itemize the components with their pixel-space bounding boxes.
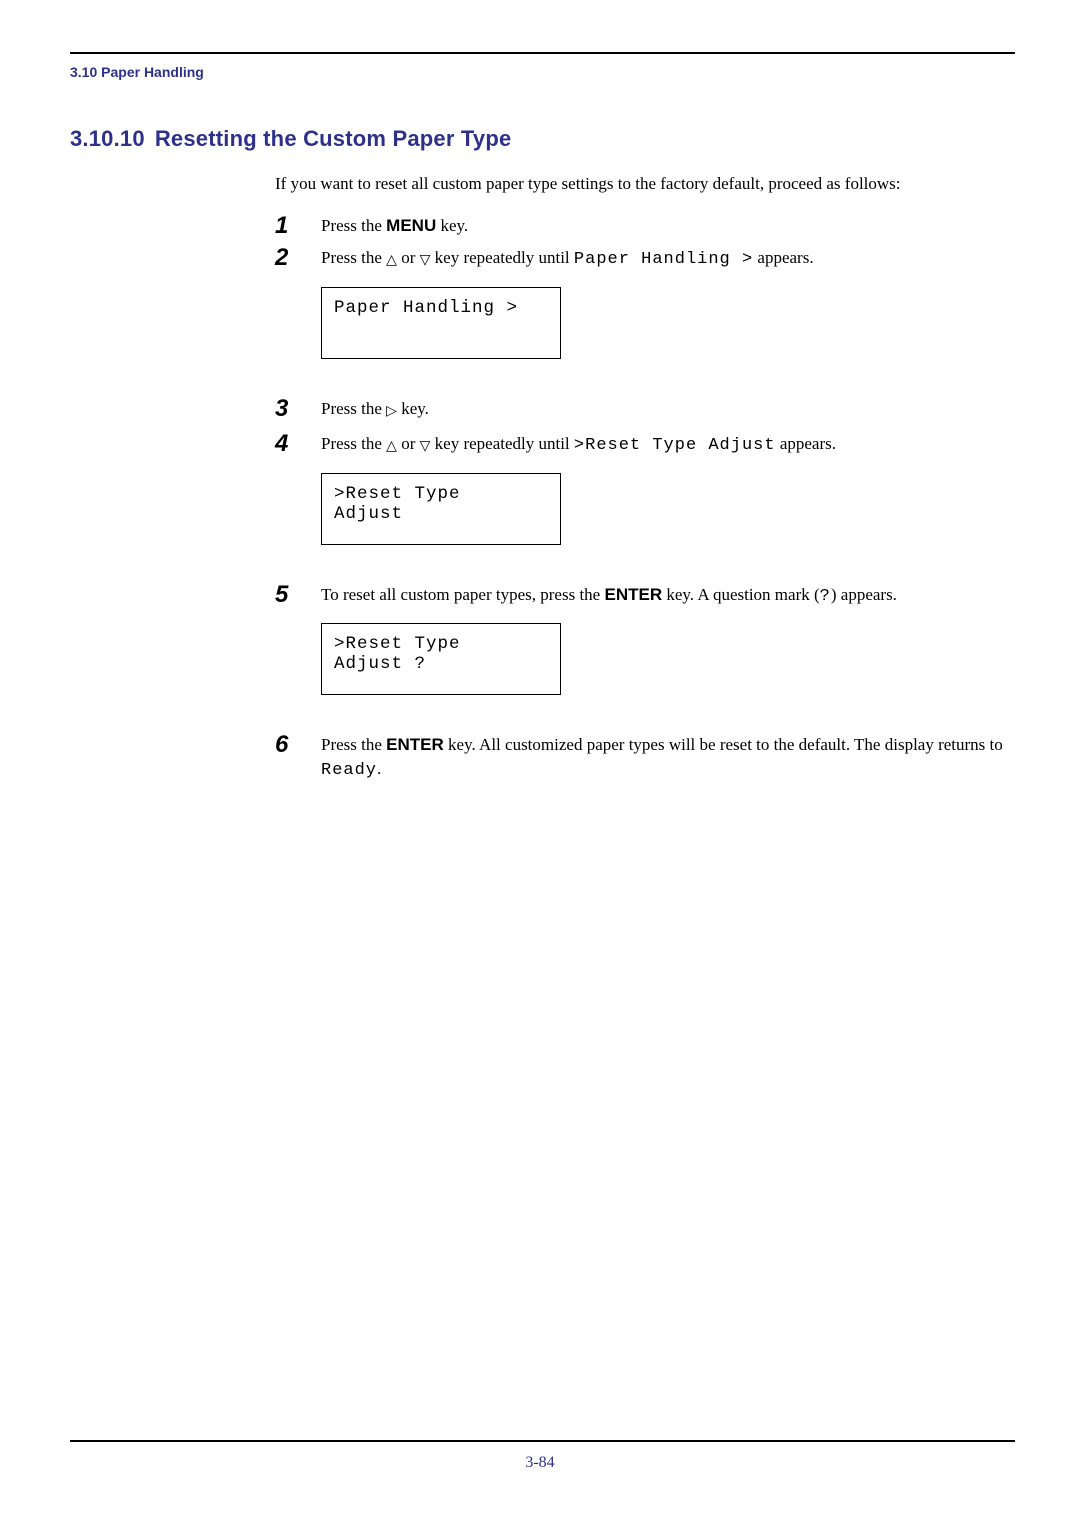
step-1: 1 Press the MENU key. xyxy=(275,214,1010,238)
mono-text: Ready xyxy=(321,761,377,780)
text: key repeatedly until xyxy=(430,248,574,267)
step-number: 3 xyxy=(275,397,321,421)
text: appears. xyxy=(753,248,813,267)
step-number: 4 xyxy=(275,432,321,456)
lcd-display: >Reset Type Adjust ? xyxy=(321,623,1010,695)
step-number: 5 xyxy=(275,583,321,607)
mono-text: ? xyxy=(820,587,831,606)
step-number: 1 xyxy=(275,214,321,238)
lcd-text: Paper Handling > xyxy=(334,298,518,318)
up-triangle-icon xyxy=(386,433,397,459)
lcd-box: Paper Handling > xyxy=(321,287,561,359)
text: key. xyxy=(397,399,429,418)
lcd-box: >Reset Type Adjust xyxy=(321,473,561,545)
text: key repeatedly until xyxy=(430,434,574,453)
intro-paragraph: If you want to reset all custom paper ty… xyxy=(275,172,1010,196)
lcd-box: >Reset Type Adjust ? xyxy=(321,623,561,695)
step-2: 2 Press the or key repeatedly until Pape… xyxy=(275,246,1010,389)
step-text: Press the or key repeatedly until >Reset… xyxy=(321,432,1010,575)
step-text: To reset all custom paper types, press t… xyxy=(321,583,1010,725)
step-text: Press the or key repeatedly until Paper … xyxy=(321,246,1010,389)
key-name: ENTER xyxy=(386,735,444,754)
step-5: 5 To reset all custom paper types, press… xyxy=(275,583,1010,725)
text: Press the xyxy=(321,399,386,418)
right-triangle-icon xyxy=(386,398,397,424)
step-text: Press the MENU key. xyxy=(321,214,1010,238)
page-number: 3-84 xyxy=(0,1454,1080,1472)
text: or xyxy=(397,248,420,267)
mono-text: Paper Handling > xyxy=(574,250,753,269)
section-heading: 3.10.10 Resetting the Custom Paper Type xyxy=(70,126,1010,152)
down-triangle-icon xyxy=(420,247,431,273)
text: Press the xyxy=(321,248,386,267)
lcd-display: Paper Handling > xyxy=(321,287,1010,359)
text: To reset all custom paper types, press t… xyxy=(321,585,604,604)
text: key. xyxy=(436,216,468,235)
text: key. A question mark ( xyxy=(662,585,820,604)
manual-page: 3.10 Paper Handling 3.10.10 Resetting the… xyxy=(0,0,1080,1528)
content-body: If you want to reset all custom paper ty… xyxy=(275,172,1010,783)
lcd-display: >Reset Type Adjust xyxy=(321,473,1010,545)
mono-text: >Reset Type Adjust xyxy=(574,436,776,455)
lcd-text: >Reset Type Adjust xyxy=(334,484,461,524)
step-number: 6 xyxy=(275,733,321,757)
key-name: ENTER xyxy=(604,585,662,604)
text: Press the xyxy=(321,216,386,235)
lcd-text: >Reset Type Adjust ? xyxy=(334,634,461,674)
text: key. All customized paper types will be … xyxy=(444,735,1003,754)
up-triangle-icon xyxy=(386,247,397,273)
running-header: 3.10 Paper Handling xyxy=(70,64,204,80)
step-3: 3 Press the key. xyxy=(275,397,1010,424)
top-rule xyxy=(70,52,1015,54)
section-number: 3.10.10 xyxy=(70,126,145,151)
down-triangle-icon xyxy=(420,433,431,459)
step-6: 6 Press the ENTER key. All customized pa… xyxy=(275,733,1010,783)
key-name: MENU xyxy=(386,216,436,235)
text: Press the xyxy=(321,434,386,453)
step-4: 4 Press the or key repeatedly until >Res… xyxy=(275,432,1010,575)
section-title: Resetting the Custom Paper Type xyxy=(155,126,512,151)
step-number: 2 xyxy=(275,246,321,270)
text: appears. xyxy=(776,434,836,453)
bottom-rule xyxy=(70,1440,1015,1442)
step-text: Press the ENTER key. All customized pape… xyxy=(321,733,1010,783)
text: Press the xyxy=(321,735,386,754)
text: . xyxy=(377,759,381,778)
step-text: Press the key. xyxy=(321,397,1010,424)
text: ) appears. xyxy=(831,585,897,604)
text: or xyxy=(397,434,420,453)
